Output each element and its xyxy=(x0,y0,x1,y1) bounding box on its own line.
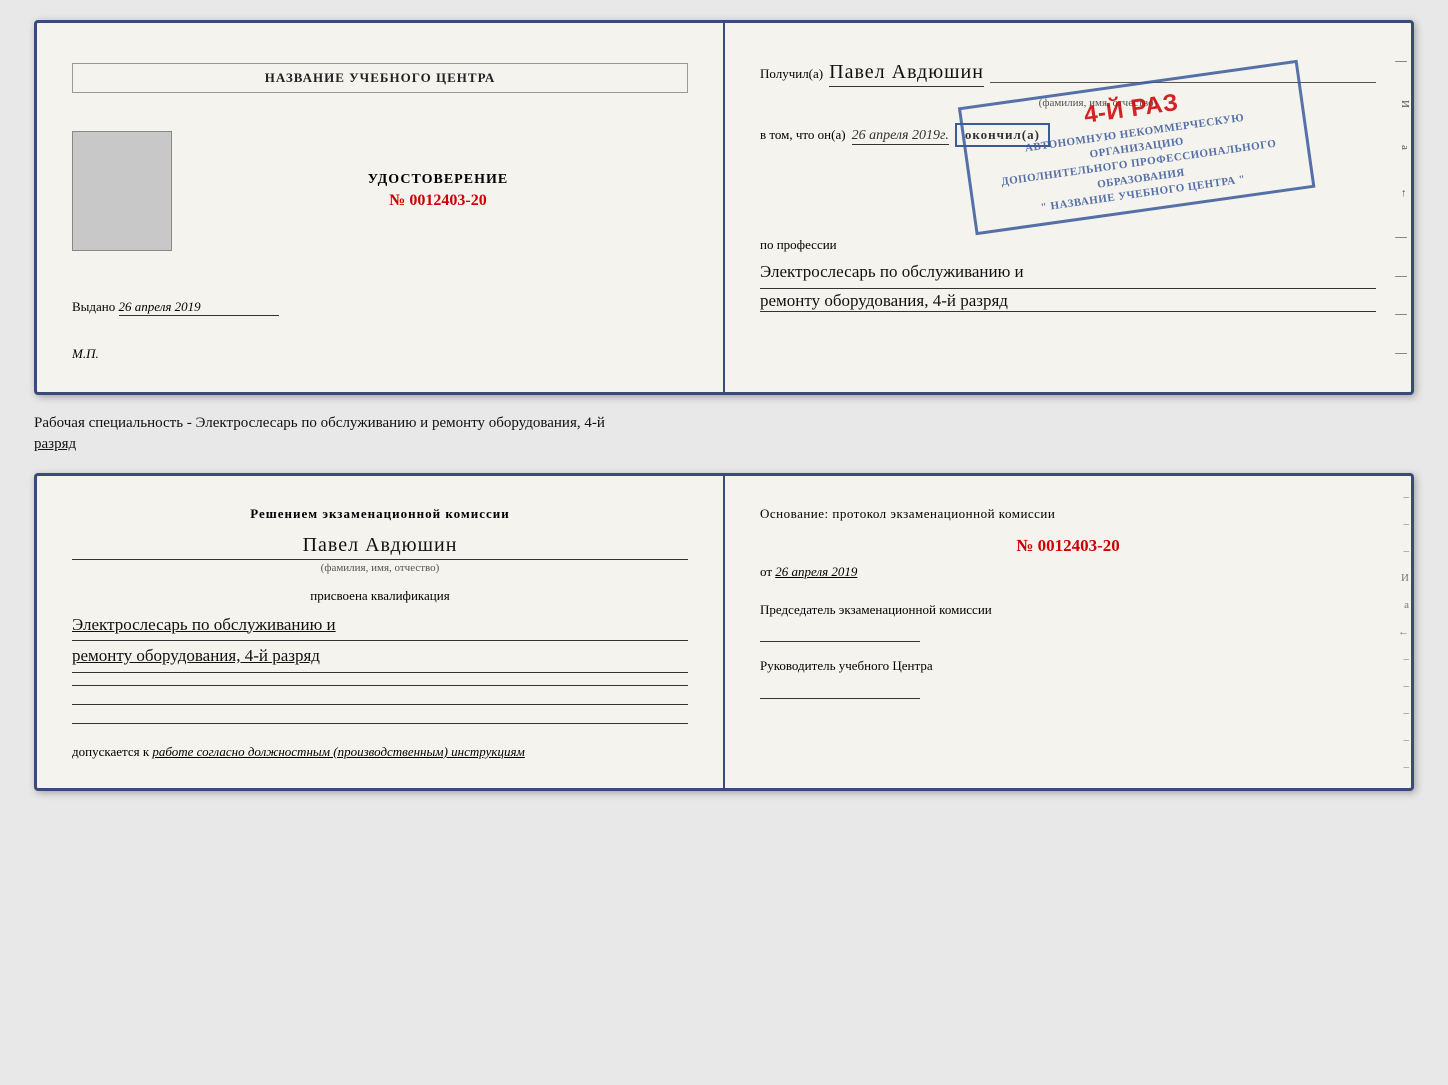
predsedatel-block: Председатель экзаменационной комиссии xyxy=(760,600,1376,643)
training-center-header: НАЗВАНИЕ УЧЕБНОГО ЦЕНТРА xyxy=(72,63,688,93)
deco-line xyxy=(1395,353,1407,354)
bottom-left-page: Решением экзаменационной комиссии Павел … xyxy=(37,476,725,788)
deco-char-i: И xyxy=(1395,100,1411,108)
top-left-page: НАЗВАНИЕ УЧЕБНОГО ЦЕНТРА УДОСТОВЕРЕНИЕ №… xyxy=(37,23,725,392)
prisvoena-label: присвоена квалификация xyxy=(72,588,688,604)
bottom-recipient-name: Павел Авдюшин xyxy=(72,534,688,560)
blank-line-2 xyxy=(72,704,688,705)
deco-a: а xyxy=(1404,599,1409,611)
deco-dash: – xyxy=(1404,491,1410,503)
dopuskaetsya-block: допускается к работе согласно должностны… xyxy=(72,744,688,760)
ot-label: от xyxy=(760,564,772,579)
profession-label: по профессии xyxy=(760,237,1376,253)
ot-line: от 26 апреля 2019 xyxy=(760,564,1376,580)
osnovanie-title: Основание: протокол экзаменационной коми… xyxy=(760,504,1376,524)
right-side-deco: И а ← xyxy=(1395,23,1411,392)
deco-arrow: ← xyxy=(1398,626,1409,638)
deco-line xyxy=(1395,61,1407,62)
dopuskaetsya-label: допускается к xyxy=(72,744,149,759)
udostoverenie-title: УДОСТОВЕРЕНИЕ xyxy=(188,172,688,188)
udostoverenie-block: УДОСТОВЕРЕНИЕ № 0012403-20 xyxy=(188,172,688,210)
left-content-row: УДОСТОВЕРЕНИЕ № 0012403-20 xyxy=(72,131,688,251)
bottom-right-page: Основание: протокол экзаменационной коми… xyxy=(725,476,1411,788)
vydano-line: Выдано 26 апреля 2019 xyxy=(72,299,688,316)
resheniyem-title: Решением экзаменационной комиссии xyxy=(72,504,688,524)
dopusk-text: работе согласно должностным (производств… xyxy=(152,744,524,759)
bottom-booklet: Решением экзаменационной комиссии Павел … xyxy=(34,473,1414,791)
recipient-name: Павел Авдюшин xyxy=(829,61,984,87)
deco-dash: – xyxy=(1404,545,1410,557)
profession-line-1: Электрослесарь по обслуживанию и xyxy=(760,257,1376,289)
deco-dash: – xyxy=(1404,707,1410,719)
middle-description: Рабочая специальность - Электрослесарь п… xyxy=(34,413,1414,455)
profession-block: по профессии Электрослесарь по обслужива… xyxy=(760,237,1376,312)
qualification-line1: Электрослесарь по обслуживанию и xyxy=(72,610,688,642)
deco-line xyxy=(1395,237,1407,238)
udostoverenie-number: № 0012403-20 xyxy=(188,192,688,210)
ot-date: 26 апреля 2019 xyxy=(775,564,857,579)
rukovoditel-block: Руководитель учебного Центра xyxy=(760,656,1376,699)
predsedatel-label: Председатель экзаменационной комиссии xyxy=(760,602,992,617)
deco-char-arrow: ← xyxy=(1395,188,1411,199)
blank-line-1 xyxy=(72,685,688,686)
bottom-right-deco: – – – И а ← – – – – – xyxy=(1393,476,1411,788)
deco-dash: – xyxy=(1404,653,1410,665)
top-right-page: Получил(а) Павел Авдюшин (фамилия, имя, … xyxy=(725,23,1411,392)
middle-line1: Рабочая специальность - Электрослесарь п… xyxy=(34,415,605,431)
blank-line-3 xyxy=(72,723,688,724)
vtom-label: в том, что он(а) xyxy=(760,127,846,143)
middle-line2: разряд xyxy=(34,436,76,452)
vydano-label: Выдано xyxy=(72,299,115,314)
photo-placeholder xyxy=(72,131,172,251)
deco-line xyxy=(1395,314,1407,315)
deco-dash: – xyxy=(1404,734,1410,746)
deco-line xyxy=(1395,276,1407,277)
vydano-date: 26 апреля 2019 xyxy=(119,299,279,316)
completion-date: 26 апреля 2019г. xyxy=(852,128,949,145)
blank-lines xyxy=(72,685,688,724)
deco-dash: – xyxy=(1404,680,1410,692)
predsedatel-signature-line xyxy=(760,641,920,642)
deco-i: И xyxy=(1401,572,1409,584)
deco-char-a: а xyxy=(1395,145,1411,150)
protocol-number: № 0012403-20 xyxy=(760,536,1376,556)
poluchil-label: Получил(а) xyxy=(760,66,823,82)
bottom-fio-sub: (фамилия, имя, отчество) xyxy=(72,562,688,574)
mp-label: М.П. xyxy=(72,346,688,362)
qualification-line2: ремонту оборудования, 4-й разряд xyxy=(72,641,688,673)
profession-line-2: ремонту оборудования, 4-й разряд xyxy=(760,291,1376,312)
deco-dash: – xyxy=(1404,518,1410,530)
rukovoditel-label: Руководитель учебного Центра xyxy=(760,658,933,673)
top-booklet: НАЗВАНИЕ УЧЕБНОГО ЦЕНТРА УДОСТОВЕРЕНИЕ №… xyxy=(34,20,1414,395)
rukovoditel-signature-line xyxy=(760,698,920,699)
deco-dash: – xyxy=(1404,761,1410,773)
